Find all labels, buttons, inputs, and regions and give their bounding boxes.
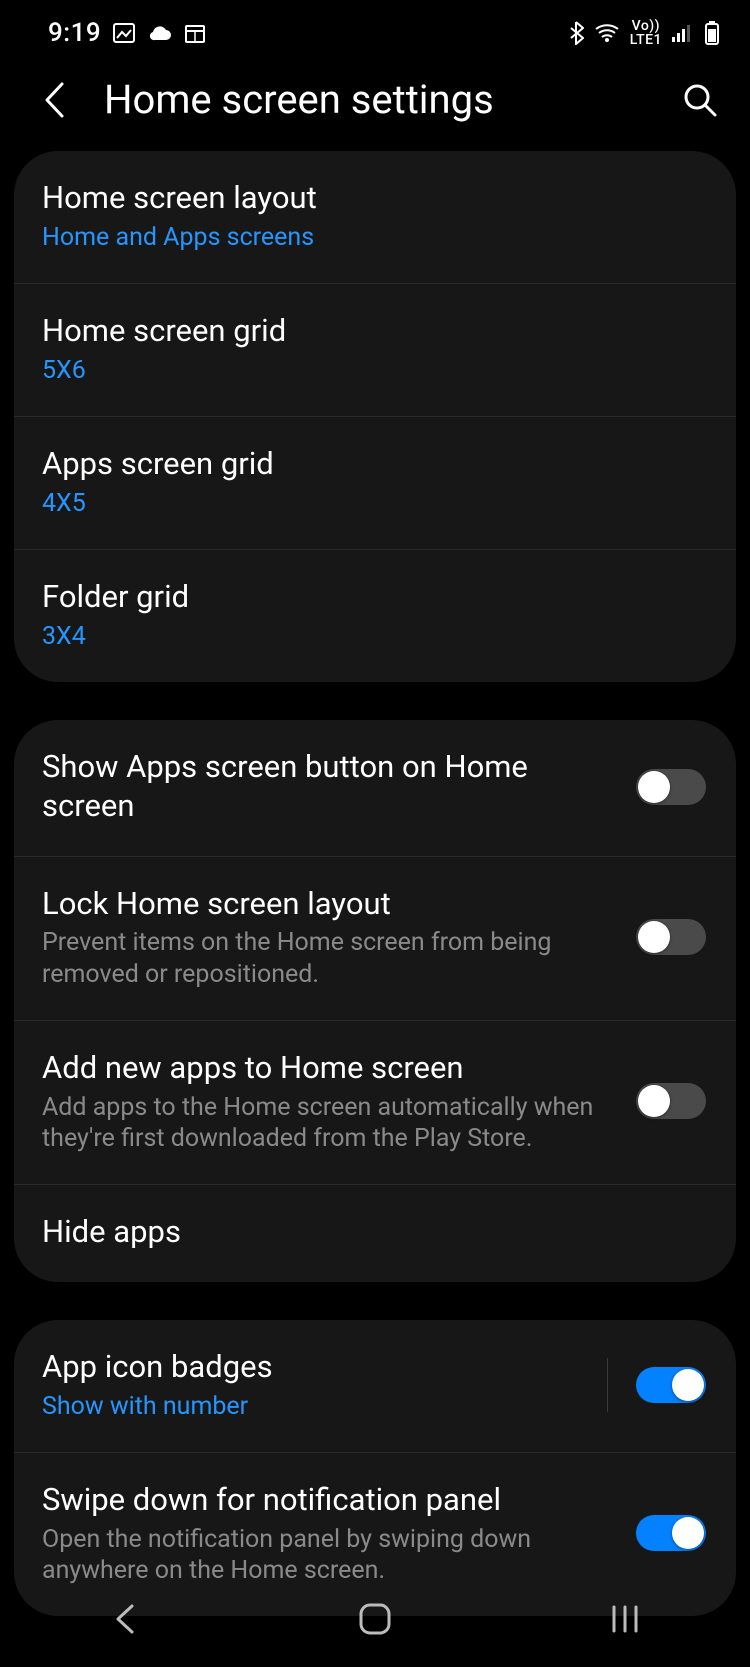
- vertical-divider: [607, 1358, 608, 1412]
- row-title: Hide apps: [42, 1213, 694, 1252]
- row-folder-grid[interactable]: Folder grid 3X4: [14, 550, 736, 682]
- recent-lines-icon: [608, 1604, 642, 1634]
- title-bar: Home screen settings: [0, 56, 750, 151]
- navigation-bar: [0, 1571, 750, 1667]
- row-description: Add apps to the Home screen automaticall…: [42, 1092, 616, 1155]
- row-title: Home screen grid: [42, 312, 694, 351]
- row-title: Apps screen grid: [42, 445, 694, 484]
- row-title: Add new apps to Home screen: [42, 1049, 616, 1088]
- toggle-app-icon-badges[interactable]: [636, 1367, 706, 1403]
- row-subtitle: 5X6: [42, 355, 694, 386]
- volte-label: Vo))LTE1: [630, 19, 662, 47]
- row-subtitle: 3X4: [42, 621, 694, 652]
- wifi-icon: [594, 23, 620, 43]
- search-button[interactable]: [678, 78, 722, 122]
- row-subtitle: Show with number: [42, 1391, 589, 1422]
- toggle-swipe-down-panel[interactable]: [636, 1515, 706, 1551]
- row-show-apps-button[interactable]: Show Apps screen button on Home screen: [14, 720, 736, 857]
- toggle-show-apps-button[interactable]: [636, 769, 706, 805]
- back-button[interactable]: [32, 78, 76, 122]
- row-title: App icon badges: [42, 1348, 589, 1387]
- row-app-icon-badges[interactable]: App icon badges Show with number: [14, 1320, 736, 1453]
- bluetooth-icon: [568, 21, 584, 45]
- status-time: 9:19: [48, 18, 101, 48]
- signal-icon: [672, 24, 694, 42]
- row-hide-apps[interactable]: Hide apps: [14, 1185, 736, 1282]
- row-home-screen-layout[interactable]: Home screen layout Home and Apps screens: [14, 151, 736, 284]
- toggle-add-new-apps[interactable]: [636, 1083, 706, 1119]
- chevron-left-icon: [110, 1601, 140, 1637]
- row-subtitle: Home and Apps screens: [42, 222, 694, 253]
- toggle-lock-layout[interactable]: [636, 919, 706, 955]
- row-home-screen-grid[interactable]: Home screen grid 5X6: [14, 284, 736, 417]
- nav-back-button[interactable]: [99, 1593, 151, 1645]
- row-title: Show Apps screen button on Home screen: [42, 748, 616, 826]
- battery-icon: [704, 21, 720, 45]
- search-icon: [682, 82, 718, 118]
- home-square-icon: [358, 1602, 392, 1636]
- nav-recent-button[interactable]: [599, 1593, 651, 1645]
- status-left: 9:19: [48, 18, 205, 48]
- row-subtitle: 4X5: [42, 488, 694, 519]
- nav-home-button[interactable]: [349, 1593, 401, 1645]
- status-right: Vo))LTE1: [568, 19, 720, 47]
- row-title: Home screen layout: [42, 179, 694, 218]
- calendar-icon: [185, 23, 205, 43]
- status-bar: 9:19 Vo))LTE1: [0, 0, 750, 56]
- row-description: Prevent items on the Home screen from be…: [42, 927, 616, 990]
- picture-icon: [113, 23, 135, 43]
- row-apps-screen-grid[interactable]: Apps screen grid 4X5: [14, 417, 736, 550]
- row-lock-layout[interactable]: Lock Home screen layout Prevent items on…: [14, 857, 736, 1021]
- row-add-new-apps[interactable]: Add new apps to Home screen Add apps to …: [14, 1021, 736, 1185]
- page-title: Home screen settings: [104, 76, 650, 123]
- row-title: Swipe down for notification panel: [42, 1481, 616, 1520]
- cloud-icon: [147, 24, 173, 42]
- settings-group-layout: Home screen layout Home and Apps screens…: [14, 151, 736, 682]
- settings-group-behavior: Show Apps screen button on Home screen L…: [14, 720, 736, 1282]
- chevron-left-icon: [42, 81, 66, 119]
- row-title: Lock Home screen layout: [42, 885, 616, 924]
- row-title: Folder grid: [42, 578, 694, 617]
